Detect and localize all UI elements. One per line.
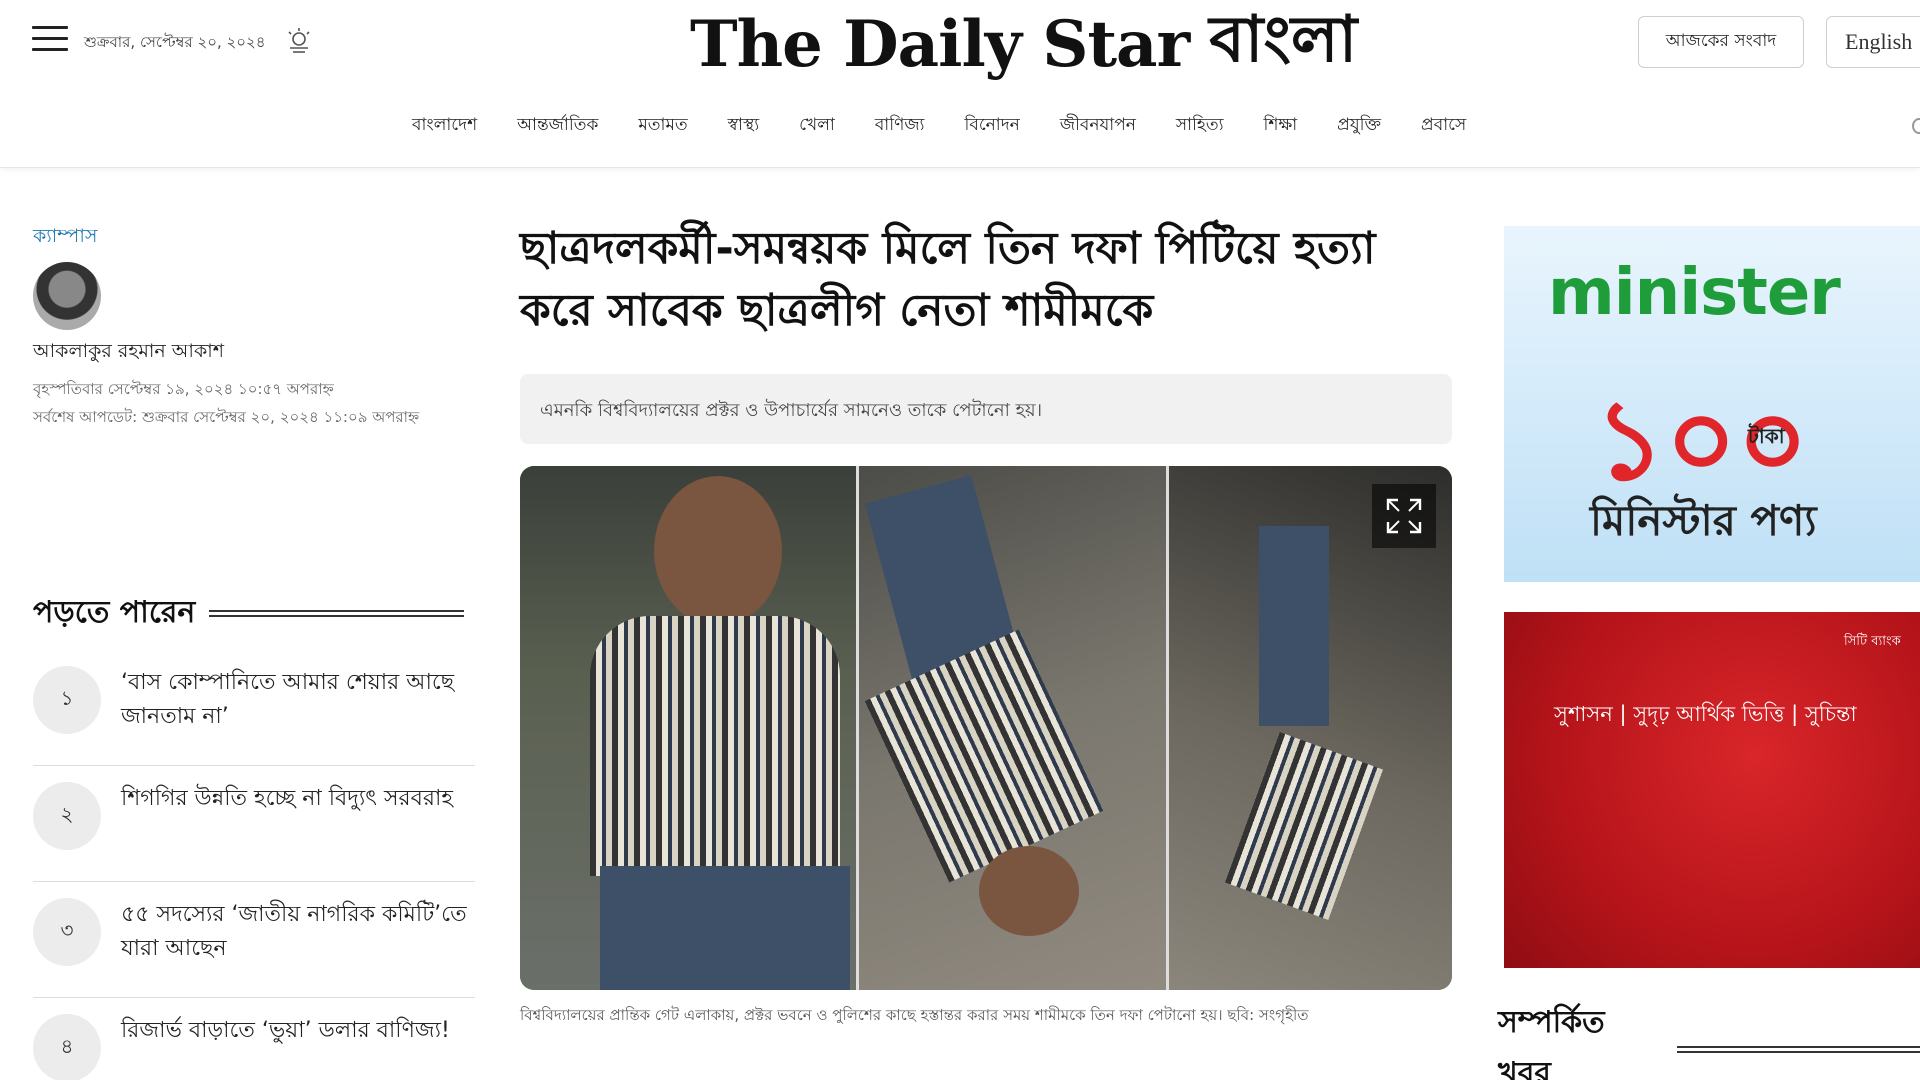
photo-panel-3 xyxy=(1166,466,1452,990)
ad-bank-logo: সিটি ব্যাংক xyxy=(1844,634,1901,649)
published-time: বৃহস্পতিবার সেপ্টেম্বর ১৯, ২০২৪ ১০:৫৭ অপ… xyxy=(33,380,334,398)
updated-time: সর্বশেষ আপডেট: শুক্রবার সেপ্টেম্বর ২০, ২… xyxy=(33,408,420,426)
site-logo[interactable]: The Daily Star বাংলা xyxy=(690,2,1357,86)
expand-icon[interactable] xyxy=(1372,484,1436,548)
may-read-title: পড়তে পারেন xyxy=(33,595,196,630)
related-news-title: সম্পর্কিত খবর xyxy=(1498,1005,1605,1080)
nav-item-bangladesh[interactable]: বাংলাদেশ xyxy=(412,112,477,140)
section-rule xyxy=(209,610,465,617)
current-date: শুক্রবার, সেপ্টেম্বর ২০, ২০২৪ xyxy=(84,33,266,51)
list-item-title[interactable]: ‘বাস কোম্পানিতে আমার শেয়ার আছে জানতাম ন… xyxy=(121,666,475,734)
nav-item-sports[interactable]: খেলা xyxy=(799,112,835,140)
nav-item-health[interactable]: স্বাস্থ্য xyxy=(728,112,759,140)
search-icon[interactable] xyxy=(1912,118,1920,134)
author-avatar[interactable] xyxy=(33,262,101,330)
ad-currency: টাকা xyxy=(1748,424,1785,448)
main-nav: বাংলাদেশ আন্তর্জাতিক মতামত স্বাস্থ্য খেল… xyxy=(412,112,1466,140)
english-edition-button[interactable]: English xyxy=(1826,16,1920,68)
weather-icon xyxy=(288,28,310,53)
may-read-header: পড়তে পারেন xyxy=(33,588,465,639)
article-photo[interactable] xyxy=(520,466,1452,990)
list-item-number: ২ xyxy=(33,782,101,850)
list-item[interactable]: ৩ ৫৫ সদস্যের ‘জাতীয় নাগরিক কমিটি’তে যার… xyxy=(33,882,475,998)
photo-panel-2 xyxy=(856,466,1166,990)
article-headline: ছাত্রদলকর্মী-সমন্বয়ক মিলে তিন দফা পিটিয… xyxy=(520,223,1376,336)
nav-item-international[interactable]: আন্তর্জাতিক xyxy=(517,112,598,140)
nav-item-diaspora[interactable]: প্রবাসে xyxy=(1421,112,1466,140)
nav-item-opinion[interactable]: মতামত xyxy=(638,112,687,140)
list-item-number: ৩ xyxy=(33,898,101,966)
may-read-list: ১ ‘বাস কোম্পানিতে আমার শেয়ার আছে জানতাম… xyxy=(33,650,475,1080)
article-summary: এমনকি বিশ্ববিদ্যালয়ের প্রক্টর ও উপাচার্… xyxy=(520,374,1452,444)
advertisement-city-bank[interactable]: সিটি ব্যাংক সুশাসন | সুদৃঢ় আর্থিক ভিত্ত… xyxy=(1504,612,1920,968)
article-category[interactable]: ক্যাম্পাস xyxy=(33,222,97,254)
list-item-number: ৪ xyxy=(33,1014,101,1080)
photo-panel-1 xyxy=(520,466,856,990)
author-name[interactable]: আকলাকুর রহমান আকাশ xyxy=(33,337,224,369)
list-item-number: ১ xyxy=(33,666,101,734)
list-item[interactable]: ২ শিগগির উন্নতি হচ্ছে না বিদ্যুৎ সরবরাহ xyxy=(33,766,475,882)
list-item-title[interactable]: রিজার্ভ বাড়াতে ‘ভুয়া’ ডলার বাণিজ্য! xyxy=(121,1014,450,1048)
list-item[interactable]: ৪ রিজার্ভ বাড়াতে ‘ভুয়া’ ডলার বাণিজ্য! xyxy=(33,998,475,1080)
ad-product-text: মিনিস্টার পণ্য xyxy=(1590,496,1817,545)
hamburger-menu-icon[interactable] xyxy=(32,26,68,56)
list-item-title[interactable]: ৫৫ সদস্যের ‘জাতীয় নাগরিক কমিটি’তে যারা … xyxy=(121,898,475,966)
logo-english: The Daily Star xyxy=(690,6,1190,82)
nav-item-technology[interactable]: প্রযুক্তি xyxy=(1337,112,1381,140)
advertisement-minister[interactable]: minister ১০০ টাকা মিনিস্টার পণ্য xyxy=(1504,226,1920,582)
article-meta: বৃহস্পতিবার সেপ্টেম্বর ১৯, ২০২৪ ১০:৫৭ অপ… xyxy=(33,375,453,431)
section-rule xyxy=(1677,1045,1920,1053)
nav-item-education[interactable]: শিক্ষা xyxy=(1264,112,1298,140)
nav-item-entertainment[interactable]: বিনোদন xyxy=(965,112,1020,140)
related-news-header: সম্পর্কিত খবর xyxy=(1498,998,1920,1080)
site-header: শুক্রবার, সেপ্টেম্বর ২০, ২০২৪ The Daily … xyxy=(0,0,1920,168)
logo-bangla: বাংলা xyxy=(1209,2,1358,77)
photo-caption: বিশ্ববিদ্যালয়ের প্রান্তিক গেট এলাকায়, … xyxy=(520,1006,1309,1024)
list-item-title[interactable]: শিগগির উন্নতি হচ্ছে না বিদ্যুৎ সরবরাহ xyxy=(121,782,453,816)
ad-tagline: সুশাসন | সুদৃঢ় আর্থিক ভিত্তি | সুচিন্তা xyxy=(1554,702,1857,726)
nav-item-literature[interactable]: সাহিত্য xyxy=(1176,112,1224,140)
nav-item-business[interactable]: বাণিজ্য xyxy=(875,112,925,140)
todays-news-button[interactable]: আজকের সংবাদ xyxy=(1638,16,1804,68)
ad-brand-name: minister xyxy=(1548,256,1841,330)
list-item[interactable]: ১ ‘বাস কোম্পানিতে আমার শেয়ার আছে জানতাম… xyxy=(33,650,475,766)
nav-item-lifestyle[interactable]: জীবনযাপন xyxy=(1060,112,1136,140)
